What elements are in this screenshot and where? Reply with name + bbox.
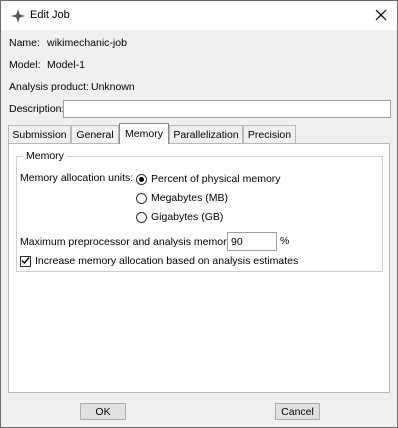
description-label: Description: — [9, 103, 65, 115]
tab-general[interactable]: General — [71, 125, 119, 143]
tab-precision[interactable]: Precision — [243, 125, 296, 143]
tab-memory[interactable]: Memory — [119, 123, 169, 144]
max-memory-input[interactable] — [227, 232, 277, 251]
close-button[interactable] — [369, 5, 393, 27]
radio-gigabytes[interactable] — [136, 212, 147, 223]
checkmark-icon — [21, 256, 30, 268]
tab-label: Memory — [125, 128, 163, 140]
analysis-product-value: Unknown — [91, 81, 135, 93]
name-value: wikimechanic-job — [47, 37, 127, 49]
radio-gigabytes-label[interactable]: Gigabytes (GB) — [151, 211, 223, 223]
radio-megabytes-label[interactable]: Megabytes (MB) — [151, 192, 228, 204]
tab-label: Precision — [247, 128, 292, 141]
radio-megabytes[interactable] — [136, 193, 147, 204]
ok-button[interactable]: OK — [80, 403, 126, 420]
dialog-body: Name: wikimechanic-job Model: Model-1 An… — [1, 30, 397, 427]
edit-job-dialog: Edit Job Name: wikimechanic-job Model: M… — [0, 0, 398, 428]
name-label: Name: — [9, 37, 40, 49]
memory-units-label: Memory allocation units: — [20, 172, 134, 184]
radio-percent[interactable] — [136, 174, 147, 185]
radio-percent-label[interactable]: Percent of physical memory — [151, 173, 281, 185]
model-label: Model: — [9, 59, 41, 71]
abaqus-star-icon — [11, 9, 25, 23]
memory-group-title: Memory — [23, 150, 67, 162]
window-title: Edit Job — [30, 9, 70, 21]
cancel-label: Cancel — [281, 405, 314, 418]
tab-submission[interactable]: Submission — [8, 125, 71, 143]
increase-memory-checkbox[interactable] — [20, 256, 31, 267]
memory-group: Memory Memory allocation units: Percent … — [16, 150, 383, 272]
model-value: Model-1 — [47, 59, 85, 71]
title-bar: Edit Job — [1, 1, 397, 30]
tab-label: Submission — [12, 128, 67, 141]
tab-parallelization[interactable]: Parallelization — [169, 125, 243, 143]
max-memory-label: Maximum preprocessor and analysis memory… — [20, 236, 235, 248]
close-icon — [375, 9, 387, 24]
tab-label: Parallelization — [173, 128, 239, 141]
increase-memory-label[interactable]: Increase memory allocation based on anal… — [35, 255, 298, 267]
analysis-product-label: Analysis product: — [9, 81, 89, 93]
max-memory-unit: % — [280, 235, 290, 247]
tab-label: General — [76, 128, 114, 141]
description-field[interactable] — [63, 100, 391, 118]
memory-tab-panel: Memory Memory allocation units: Percent … — [8, 143, 390, 393]
ok-label: OK — [95, 405, 111, 418]
cancel-button[interactable]: Cancel — [275, 403, 320, 420]
